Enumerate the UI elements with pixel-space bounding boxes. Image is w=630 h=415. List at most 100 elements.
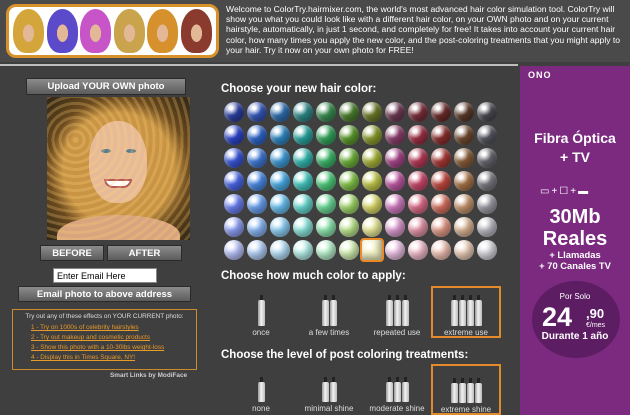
hair-color-swatch[interactable]	[247, 148, 267, 168]
hair-color-swatch[interactable]	[293, 217, 313, 237]
hair-color-swatch[interactable]	[408, 125, 428, 145]
hair-color-swatch[interactable]	[270, 240, 290, 260]
hair-color-swatch[interactable]	[270, 171, 290, 191]
hair-color-swatch[interactable]	[293, 171, 313, 191]
upload-photo-button[interactable]: Upload YOUR OWN photo	[26, 78, 186, 95]
post-option-none[interactable]: none	[228, 368, 294, 413]
hair-color-swatch[interactable]	[339, 171, 359, 191]
hair-color-swatch[interactable]	[431, 102, 451, 122]
hair-color-swatch[interactable]	[293, 240, 313, 260]
email-input[interactable]	[53, 268, 157, 283]
amount-option-repeated-use[interactable]: repeated use	[364, 292, 430, 337]
hair-color-swatch[interactable]	[431, 148, 451, 168]
hair-color-swatch[interactable]	[431, 240, 451, 260]
hair-color-swatch[interactable]	[293, 102, 313, 122]
post-option-moderate-shine[interactable]: moderate shine	[364, 368, 430, 413]
hair-color-swatch[interactable]	[224, 148, 244, 168]
hair-color-swatch[interactable]	[431, 125, 451, 145]
hair-color-swatch[interactable]	[408, 171, 428, 191]
hair-color-swatch[interactable]	[270, 148, 290, 168]
hair-color-swatch[interactable]	[385, 148, 405, 168]
hair-color-swatch[interactable]	[362, 217, 382, 237]
hair-color-swatch[interactable]	[224, 240, 244, 260]
hair-color-swatch[interactable]	[316, 194, 336, 214]
hair-color-swatch[interactable]	[360, 238, 384, 262]
ad-banner[interactable]: ONO Fibra Óptica + TV ▭+☐+▬ 30Mb Reales …	[520, 66, 630, 415]
hair-color-swatch[interactable]	[339, 102, 359, 122]
hair-color-swatch[interactable]	[477, 217, 497, 237]
hair-color-swatch[interactable]	[247, 171, 267, 191]
hair-color-swatch[interactable]	[316, 102, 336, 122]
hair-color-swatch[interactable]	[224, 217, 244, 237]
try-link-times-square[interactable]: 4 - Display this in Times Square, NY!	[17, 353, 192, 363]
hair-color-swatch[interactable]	[247, 217, 267, 237]
hair-color-swatch[interactable]	[270, 217, 290, 237]
hair-color-swatch[interactable]	[316, 171, 336, 191]
hair-color-swatch[interactable]	[224, 171, 244, 191]
hair-color-swatch[interactable]	[362, 148, 382, 168]
hair-color-swatch[interactable]	[247, 102, 267, 122]
try-link-celebrity[interactable]: 1 - Try on 1000s of celebrity hairstyles	[17, 323, 192, 333]
hair-color-swatch[interactable]	[339, 240, 359, 260]
hair-color-swatch[interactable]	[477, 194, 497, 214]
hair-color-swatch[interactable]	[270, 194, 290, 214]
try-link-makeup[interactable]: 2 - Try out makeup and cosmetic products	[17, 333, 192, 343]
hair-color-swatch[interactable]	[362, 125, 382, 145]
hair-color-swatch[interactable]	[408, 148, 428, 168]
hair-color-swatch[interactable]	[247, 125, 267, 145]
hair-color-swatch[interactable]	[385, 217, 405, 237]
hair-color-swatch[interactable]	[385, 125, 405, 145]
hair-color-swatch[interactable]	[454, 217, 474, 237]
hair-color-swatch[interactable]	[408, 217, 428, 237]
hair-color-swatch[interactable]	[385, 102, 405, 122]
hair-color-swatch[interactable]	[293, 194, 313, 214]
hair-color-swatch[interactable]	[316, 125, 336, 145]
hair-color-swatch[interactable]	[408, 102, 428, 122]
hair-color-swatch[interactable]	[477, 148, 497, 168]
hair-color-swatch[interactable]	[339, 194, 359, 214]
hair-color-swatch[interactable]	[385, 171, 405, 191]
hair-color-swatch[interactable]	[477, 240, 497, 260]
try-link-weight-loss[interactable]: 3 - Show this photo with a 10-30lbs weig…	[17, 343, 192, 353]
hair-color-swatch[interactable]	[293, 148, 313, 168]
hair-color-swatch[interactable]	[247, 194, 267, 214]
hair-color-swatch[interactable]	[454, 240, 474, 260]
hair-color-swatch[interactable]	[293, 125, 313, 145]
hair-color-swatch[interactable]	[270, 125, 290, 145]
post-option-minimal-shine[interactable]: minimal shine	[296, 368, 362, 413]
hair-color-swatch[interactable]	[247, 240, 267, 260]
hair-color-swatch[interactable]	[431, 194, 451, 214]
hair-color-swatch[interactable]	[362, 171, 382, 191]
email-photo-button[interactable]: Email photo to above address	[18, 286, 191, 302]
amount-option-extreme-use[interactable]: extreme use	[431, 286, 501, 338]
hair-color-swatch[interactable]	[431, 217, 451, 237]
before-button[interactable]: BEFORE	[40, 245, 104, 261]
hair-color-swatch[interactable]	[339, 217, 359, 237]
hair-color-swatch[interactable]	[431, 171, 451, 191]
hair-color-swatch[interactable]	[224, 194, 244, 214]
amount-option-once[interactable]: once	[228, 292, 294, 337]
hair-color-swatch[interactable]	[385, 240, 405, 260]
hair-color-swatch[interactable]	[454, 171, 474, 191]
hair-color-swatch[interactable]	[385, 194, 405, 214]
hair-color-swatch[interactable]	[224, 102, 244, 122]
hair-color-swatch[interactable]	[270, 102, 290, 122]
hair-color-swatch[interactable]	[477, 102, 497, 122]
hair-color-swatch[interactable]	[362, 102, 382, 122]
hair-color-swatch[interactable]	[408, 194, 428, 214]
hair-color-swatch[interactable]	[408, 240, 428, 260]
hair-color-swatch[interactable]	[224, 125, 244, 145]
hair-color-swatch[interactable]	[477, 125, 497, 145]
hair-color-swatch[interactable]	[316, 148, 336, 168]
hair-color-swatch[interactable]	[339, 125, 359, 145]
after-button[interactable]: AFTER	[107, 245, 182, 261]
amount-option-few-times[interactable]: a few times	[296, 292, 362, 337]
hair-color-swatch[interactable]	[454, 102, 474, 122]
hair-color-swatch[interactable]	[316, 240, 336, 260]
hair-color-swatch[interactable]	[362, 194, 382, 214]
hair-color-swatch[interactable]	[316, 217, 336, 237]
hair-color-swatch[interactable]	[454, 148, 474, 168]
hair-color-swatch[interactable]	[454, 125, 474, 145]
hair-color-swatch[interactable]	[339, 148, 359, 168]
hair-color-swatch[interactable]	[454, 194, 474, 214]
